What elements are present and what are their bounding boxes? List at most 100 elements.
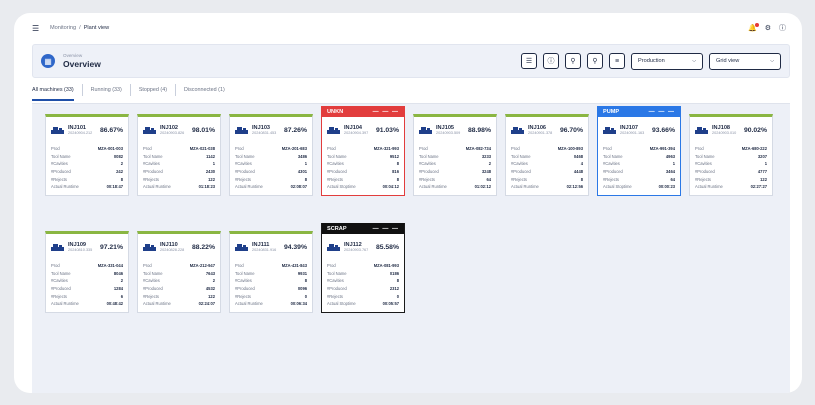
row-label: Actual Runtime xyxy=(235,184,263,190)
alert-label: SCRAP xyxy=(327,225,347,232)
machine-card[interactable]: INJ101 20240904.212 86.67% Prod MZA-001-003 T… xyxy=(45,114,129,196)
mode-select[interactable]: Production ⌵ xyxy=(631,52,703,70)
search-button[interactable]: ⚲ xyxy=(565,53,581,69)
row-value: 8046 xyxy=(113,270,123,276)
card-row-produced: #Produced 2312 xyxy=(327,285,399,293)
card-row-time: Actual Runtime 00:06:34 xyxy=(235,300,307,308)
row-value: 0 xyxy=(304,293,307,299)
tab-stopped[interactable]: Stopped (4) xyxy=(129,84,175,96)
row-label: Prod xyxy=(419,146,428,152)
tab-disconnected[interactable]: Disconnected (1) xyxy=(175,84,233,96)
sliders-icon: ≡ xyxy=(614,57,620,65)
card-row-time: Actual Runtime 02:27:27 xyxy=(695,183,767,191)
machine-card[interactable]: INJ109 20240810.335 97.21% Prod MZA-331-044 T… xyxy=(45,231,129,313)
app-window: ☰ Monitoring / Plant view 🔔 ⚙ ⓘ ▦ Overview… xyxy=(14,13,802,393)
info-icon: ⓘ xyxy=(547,58,555,65)
row-label: #Cavities xyxy=(51,161,68,167)
alert-header: PUMP — — — xyxy=(598,106,680,117)
row-label: Tool Name xyxy=(327,270,347,276)
machine-efficiency: 86.67% xyxy=(99,126,123,134)
filter-button[interactable]: ≡ xyxy=(609,53,625,69)
row-label: Tool Name xyxy=(235,153,255,159)
machine-efficiency: 98.01% xyxy=(191,126,215,134)
row-value: 01:18:23 xyxy=(198,184,215,190)
machine-card[interactable]: INJ102 20240903.826 98.01% Prod MZA-021-038 T… xyxy=(137,114,221,196)
row-label: Prod xyxy=(327,146,336,152)
machine-efficiency: 88.22% xyxy=(191,243,215,251)
row-value: 1 xyxy=(304,161,307,167)
zoom-search-button[interactable]: ⚲ xyxy=(587,53,603,69)
card-row-produced: #Produced 242 xyxy=(51,168,123,176)
machine-card[interactable]: UNKN — — — INJ104 20240904.397 91.03% Prod MZA… xyxy=(321,106,405,196)
card-row-prod: Prod MZA-201-683 xyxy=(235,145,307,153)
card-row-produced: #Produced 3248 xyxy=(419,168,491,176)
card-row-tool: Tool Name 4963 xyxy=(603,153,675,161)
card-row-rejects: #Rejects 0 xyxy=(235,292,307,300)
view-select[interactable]: Grid view ⌵ xyxy=(709,52,781,70)
card-row-rejects: #Rejects 64 xyxy=(603,175,675,183)
layout-toggle-button[interactable]: ☰ xyxy=(521,53,537,69)
row-label: #Rejects xyxy=(51,176,67,182)
row-label: Tool Name xyxy=(695,153,715,159)
row-value: 02:24:07 xyxy=(198,301,215,307)
row-label: Prod xyxy=(51,146,60,152)
injection-machine-icon xyxy=(327,126,340,134)
injection-machine-icon xyxy=(143,243,156,251)
card-row-tool: Tool Name 9931 xyxy=(235,270,307,278)
row-label: Actual Runtime xyxy=(511,184,539,190)
machine-card[interactable]: INJ111 20240831.916 94.39% Prod MZA-431-843 T… xyxy=(229,231,313,313)
help-icon[interactable]: ⓘ xyxy=(779,23,786,33)
card-row-time: Actual Runtime 00:18:47 xyxy=(51,183,123,191)
row-label: Actual Runtime xyxy=(143,184,171,190)
machine-card[interactable]: SCRAP — — — INJ112 20240903.767 85.58% Prod MZ… xyxy=(321,223,405,313)
card-row-time: Actual Stoptime 00:05:57 xyxy=(327,300,399,308)
tab-running[interactable]: Running (33) xyxy=(81,84,130,96)
row-label: #Cavities xyxy=(603,161,620,167)
card-row-cavities: #Cavities 2 xyxy=(419,160,491,168)
row-value: 2312 xyxy=(389,286,399,292)
row-value: 0096 xyxy=(297,286,307,292)
info-button[interactable]: ⓘ xyxy=(543,53,559,69)
row-value: 64 xyxy=(670,176,675,182)
row-value: 00:48:42 xyxy=(106,301,123,307)
machine-efficiency: 97.21% xyxy=(99,243,123,251)
alert-header: UNKN — — — xyxy=(322,106,404,117)
machine-card[interactable]: INJ103 20240831.453 87.26% Prod MZA-201-683 T… xyxy=(229,114,313,196)
row-label: #Produced xyxy=(695,169,715,175)
row-value: MZA-321-993 xyxy=(373,146,399,152)
row-value: 9512 xyxy=(389,153,399,159)
chevron-down-icon: ⌵ xyxy=(692,58,696,64)
machine-card[interactable]: INJ108 20240903.010 90.02% Prod MZA-680-222 T… xyxy=(689,114,773,196)
row-value: 8 xyxy=(580,176,583,182)
top-icons: 🔔 ⚙ ⓘ xyxy=(748,23,786,33)
row-value: 3233 xyxy=(481,153,491,159)
row-value: 8 xyxy=(396,278,399,284)
machine-efficiency: 88.98% xyxy=(467,126,491,134)
card-row-prod: Prod MZA-431-843 xyxy=(235,262,307,270)
card-row-rejects: #Rejects 122 xyxy=(695,175,767,183)
card-row-cavities: #Cavities 1 xyxy=(603,160,675,168)
notification-bell-icon[interactable]: 🔔 xyxy=(748,23,759,32)
gear-icon[interactable]: ⚙ xyxy=(765,24,771,32)
row-value: 4963 xyxy=(665,153,675,159)
view-select-value: Grid view xyxy=(716,58,740,64)
machine-card[interactable]: INJ106 20240901.378 96.70% Prod MZA-100-893 T… xyxy=(505,114,589,196)
row-value: MZA-201-683 xyxy=(281,146,307,152)
machine-card[interactable]: PUMP — — — INJ107 20240901.163 93.66% Prod MZA… xyxy=(597,106,681,196)
machine-date: 20240831.916 xyxy=(252,248,277,252)
breadcrumb-root[interactable]: Monitoring xyxy=(50,25,76,31)
row-label: #Cavities xyxy=(235,161,252,167)
row-label: #Cavities xyxy=(235,278,252,284)
row-value: MZA-680-222 xyxy=(741,146,767,152)
menu-icon[interactable]: ☰ xyxy=(32,24,42,33)
row-value: 0 xyxy=(396,293,399,299)
row-label: #Cavities xyxy=(511,161,528,167)
machine-card[interactable]: INJ105 20240903.509 88.98% Prod MZA-082-734 T… xyxy=(413,114,497,196)
row-value: 1142 xyxy=(206,153,215,159)
machine-card[interactable]: INJ110 20240828.228 88.22% Prod MZA-212-947 T… xyxy=(137,231,221,313)
injection-machine-icon xyxy=(235,126,248,134)
row-value: 00:00:23 xyxy=(658,184,675,190)
row-label: #Cavities xyxy=(419,161,436,167)
row-value: 4532 xyxy=(205,286,215,292)
tab-all-machines[interactable]: All machines (33) xyxy=(32,84,82,101)
